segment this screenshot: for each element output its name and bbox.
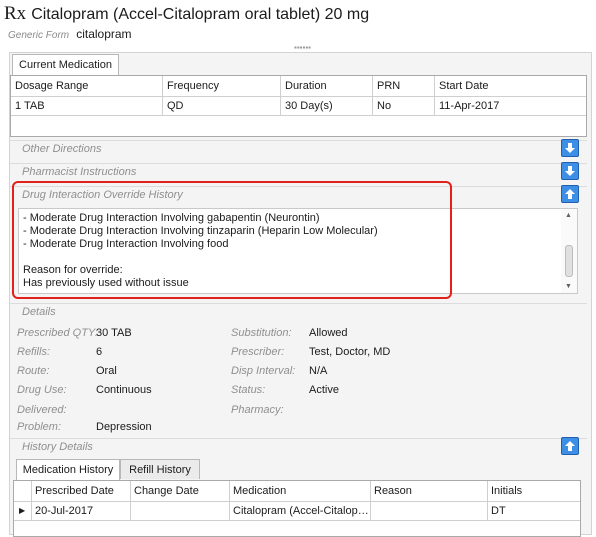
substitution-value: Allowed (309, 327, 348, 339)
refills-value: 6 (96, 346, 103, 358)
medication-title: Citalopram (Accel-Citalopram oral tablet… (31, 6, 370, 23)
prescriber-label: Prescriber: (231, 346, 285, 358)
delivered-label: Delivered: (17, 404, 67, 416)
drug-use-value: Continuous (96, 384, 152, 396)
section-title-other-directions: Other Directions (22, 143, 102, 155)
scroll-up-icon[interactable]: ▲ (565, 212, 572, 219)
section-other-directions: Other Directions (10, 140, 587, 158)
disp-interval-label: Disp Interval: (231, 365, 296, 377)
history-grid: Prescribed Date Change Date Medication R… (13, 480, 581, 537)
scrollbar-thumb[interactable] (565, 245, 573, 277)
section-pharmacist-instructions: Pharmacist Instructions (10, 163, 587, 181)
status-label: Status: (231, 384, 266, 396)
cell-frequency[interactable]: QD (164, 97, 278, 115)
column-header-medication[interactable]: Medication (230, 482, 368, 500)
splitter-grip-icon[interactable]: ▪▪▪▪▪▪ (294, 43, 311, 52)
generic-form-row: Generic Form citalopram (8, 27, 132, 41)
column-header-change-date[interactable]: Change Date (131, 482, 227, 500)
cell-duration[interactable]: 30 Day(s) (282, 97, 370, 115)
prescriber-value: Test, Doctor, MD (309, 346, 391, 358)
tab-current-medication[interactable]: Current Medication (12, 54, 119, 75)
column-header-dosage-range[interactable]: Dosage Range (12, 77, 160, 95)
prescribed-qty-value: 30 TAB (96, 327, 132, 339)
cell-dosage-range[interactable]: 1 TAB (12, 97, 160, 115)
route-label: Route: (17, 365, 50, 377)
override-scrollbar[interactable]: ▲ ▼ (561, 209, 577, 293)
generic-form-value: citalopram (76, 27, 132, 41)
row-indicator-icon[interactable]: ▶ (15, 502, 30, 520)
status-value: Active (309, 384, 339, 396)
cell-prn[interactable]: No (374, 97, 432, 115)
column-header-prn[interactable]: PRN (374, 77, 432, 95)
scroll-down-icon[interactable]: ▼ (565, 283, 572, 290)
pharmacy-label: Pharmacy: (231, 404, 284, 416)
section-details: Details (10, 303, 587, 321)
arrow-up-icon[interactable] (561, 437, 579, 455)
rx-icon: Rx (4, 3, 27, 24)
column-header-prescribed-date[interactable]: Prescribed Date (32, 482, 128, 500)
drug-use-label: Drug Use: (17, 384, 67, 396)
generic-form-label: Generic Form (8, 30, 70, 41)
prescribed-qty-label: Prescribed QTY: (17, 327, 98, 339)
problem-value: Depression (96, 421, 152, 433)
title-row: Rx Citalopram (Accel-Citalopram oral tab… (4, 3, 369, 25)
tab-medication-history[interactable]: Medication History (16, 459, 120, 480)
section-title-history-details: History Details (22, 441, 93, 453)
column-header-duration[interactable]: Duration (282, 77, 370, 95)
problem-label: Problem: (17, 421, 62, 433)
column-header-start-date[interactable]: Start Date (436, 77, 576, 95)
current-medication-grid: Dosage Range Frequency Duration PRN Star… (10, 75, 587, 137)
arrow-down-icon[interactable] (561, 162, 579, 180)
cell-prescribed-date[interactable]: 20-Jul-2017 (32, 502, 128, 520)
arrow-down-icon[interactable] (561, 139, 579, 157)
section-title-pharmacist-instructions: Pharmacist Instructions (22, 166, 137, 178)
route-value: Oral (96, 365, 117, 377)
tab-refill-history[interactable]: Refill History (120, 459, 200, 479)
disp-interval-value: N/A (309, 365, 328, 377)
medication-header: Rx Citalopram (Accel-Citalopram oral tab… (0, 0, 596, 52)
cell-medication[interactable]: Citalopram (Accel-Citalop… (230, 502, 368, 520)
substitution-label: Substitution: (231, 327, 292, 339)
column-header-reason[interactable]: Reason (371, 482, 485, 500)
column-header-initials[interactable]: Initials (488, 482, 578, 500)
section-history-details: History Details (10, 438, 587, 456)
refills-label: Refills: (17, 346, 51, 358)
section-title-details: Details (22, 306, 56, 318)
cell-start-date[interactable]: 11-Apr-2017 (436, 97, 576, 115)
arrow-up-icon[interactable] (561, 185, 579, 203)
cell-initials[interactable]: DT (488, 502, 578, 520)
column-header-frequency[interactable]: Frequency (164, 77, 278, 95)
override-highlight-outline (12, 181, 452, 299)
